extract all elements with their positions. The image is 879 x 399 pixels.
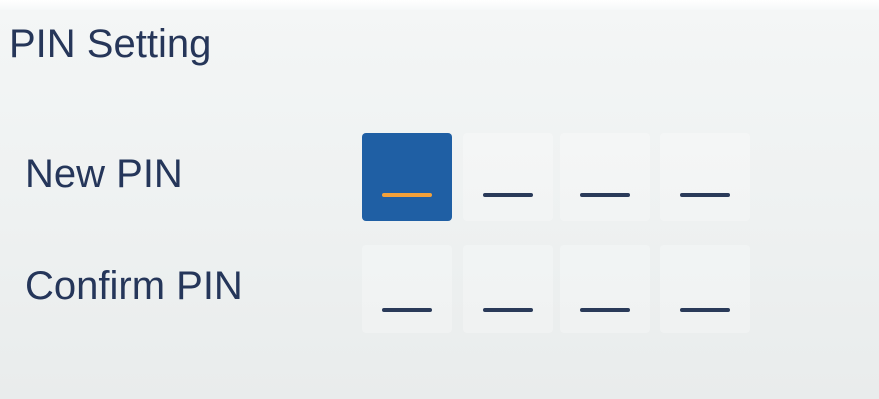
placeholder-dash [382,308,432,312]
pin-setting-screen: PIN Setting New PIN Confirm PIN [0,0,879,399]
confirm-pin-digit-3[interactable] [560,245,650,333]
confirm-pin-label: Confirm PIN [25,264,243,308]
placeholder-dash [680,193,730,197]
page-title: PIN Setting [9,22,212,66]
placeholder-dash [580,308,630,312]
placeholder-dash [483,308,533,312]
new-pin-input-row[interactable] [360,133,750,228]
placeholder-dash [483,193,533,197]
placeholder-dash [680,308,730,312]
new-pin-digit-1[interactable] [362,133,452,221]
new-pin-label: New PIN [25,152,183,196]
new-pin-digit-4[interactable] [660,133,750,221]
cursor-dash [382,193,432,197]
new-pin-digit-3[interactable] [560,133,650,221]
new-pin-digit-2[interactable] [463,133,553,221]
top-edge [0,0,879,10]
confirm-pin-digit-4[interactable] [660,245,750,333]
confirm-pin-digit-1[interactable] [362,245,452,333]
confirm-pin-digit-2[interactable] [463,245,553,333]
placeholder-dash [580,193,630,197]
confirm-pin-input-row[interactable] [360,245,750,340]
